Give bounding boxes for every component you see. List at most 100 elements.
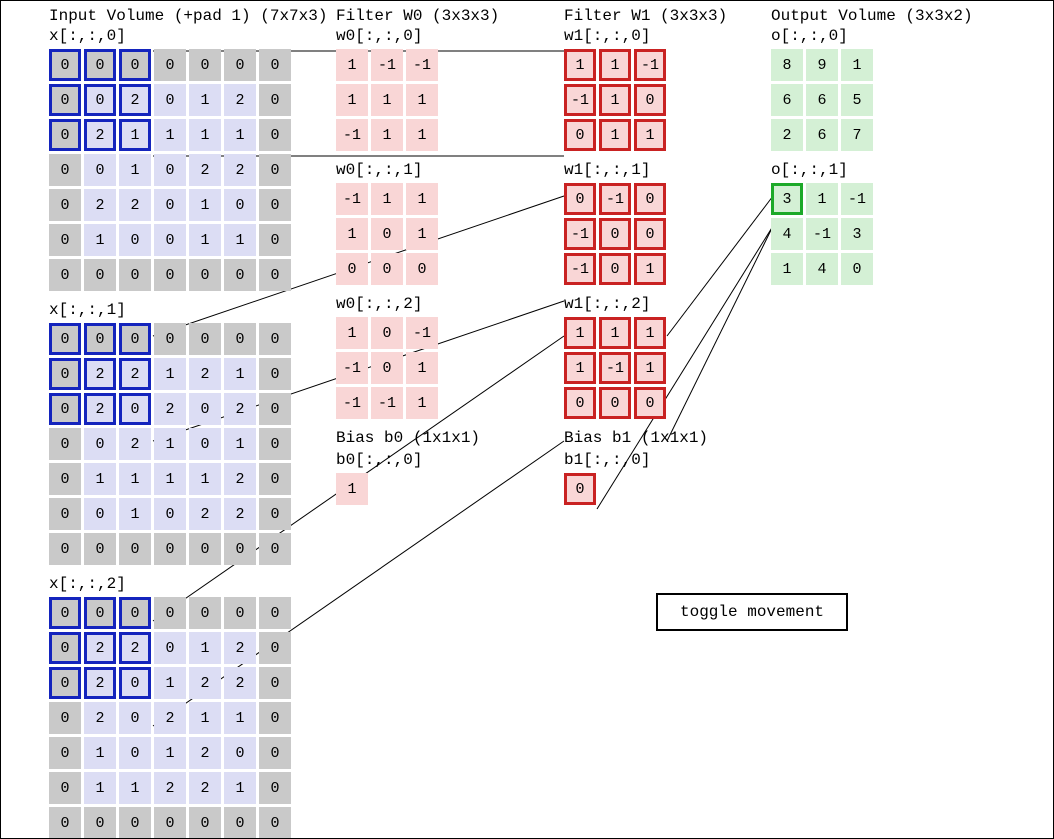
input-cell: 0 xyxy=(49,807,81,839)
w0-cell: 1 xyxy=(406,119,438,151)
input-cell: 0 xyxy=(49,259,81,291)
input-cell: 0 xyxy=(224,597,256,629)
input-cell: 0 xyxy=(259,632,291,664)
w0-cell: 1 xyxy=(336,49,368,81)
output-title: Output Volume (3x3x2) xyxy=(771,7,1031,25)
input-cell: 1 xyxy=(154,119,186,151)
w0-cell: 1 xyxy=(371,183,403,215)
w1-cell: -1 xyxy=(599,183,631,215)
w1-cell: 0 xyxy=(599,253,631,285)
output-cell: 6 xyxy=(806,119,838,151)
input-cell: 2 xyxy=(154,702,186,734)
input-cell: 0 xyxy=(119,259,151,291)
input-cell: 2 xyxy=(119,358,151,390)
input-cell: 1 xyxy=(154,428,186,460)
w0-cell: -1 xyxy=(371,49,403,81)
input-cell: 0 xyxy=(259,807,291,839)
output-slice-label: o[:,:,0] xyxy=(771,27,1031,45)
input-cell: 0 xyxy=(189,807,221,839)
w1-cell: 0 xyxy=(634,218,666,250)
input-cell: 0 xyxy=(154,807,186,839)
output-grid: 891665267 xyxy=(771,49,1031,151)
input-cell: 0 xyxy=(49,428,81,460)
input-cell: 1 xyxy=(224,119,256,151)
output-cell: 6 xyxy=(771,84,803,116)
input-cell: 0 xyxy=(259,428,291,460)
w0-cell: 1 xyxy=(371,84,403,116)
input-cell: 0 xyxy=(49,119,81,151)
input-cell: 0 xyxy=(189,49,221,81)
input-cell: 0 xyxy=(259,393,291,425)
input-cell: 0 xyxy=(84,498,116,530)
w0-cell: -1 xyxy=(406,317,438,349)
input-cell: 0 xyxy=(119,393,151,425)
w1-cell: 1 xyxy=(634,352,666,384)
input-cell: 0 xyxy=(84,323,116,355)
toggle-movement-button[interactable]: toggle movement xyxy=(656,593,848,631)
w0-cell: -1 xyxy=(336,352,368,384)
w0-title: Filter W0 (3x3x3) xyxy=(336,7,556,25)
input-grid: 0000000022121002020200021010011112000102… xyxy=(49,323,329,565)
input-cell: 0 xyxy=(154,323,186,355)
w1-grid: 1111-11000 xyxy=(564,317,764,419)
input-cell: 0 xyxy=(259,154,291,186)
w1-cell: 0 xyxy=(634,387,666,419)
input-cell: 0 xyxy=(189,393,221,425)
input-cell: 1 xyxy=(84,737,116,769)
input-cell: 0 xyxy=(224,807,256,839)
output-cell: 7 xyxy=(841,119,873,151)
input-cell: 0 xyxy=(189,533,221,565)
output-cell: 6 xyxy=(806,84,838,116)
w1-cell: 1 xyxy=(634,317,666,349)
input-cell: 0 xyxy=(259,463,291,495)
output-cell: 1 xyxy=(806,183,838,215)
input-cell: 0 xyxy=(84,259,116,291)
w0-cell: 1 xyxy=(406,183,438,215)
input-cell: 0 xyxy=(49,323,81,355)
input-cell: 1 xyxy=(154,737,186,769)
w0-grid: 1-1-1111-111 xyxy=(336,49,556,151)
input-cell: 0 xyxy=(259,84,291,116)
output-cell: 1 xyxy=(841,49,873,81)
bias-b1-grid: 0 xyxy=(564,473,764,505)
input-cell: 1 xyxy=(189,224,221,256)
input-cell: 0 xyxy=(49,358,81,390)
w0-cell: 1 xyxy=(336,218,368,250)
w1-slice-label: w1[:,:,0] xyxy=(564,27,764,45)
input-cell: 2 xyxy=(119,632,151,664)
input-cell: 2 xyxy=(119,84,151,116)
input-cell: 2 xyxy=(189,772,221,804)
w0-cell: 0 xyxy=(371,253,403,285)
input-cell: 0 xyxy=(119,807,151,839)
output-cell: 0 xyxy=(841,253,873,285)
output-cell: 8 xyxy=(771,49,803,81)
w0-cell: 1 xyxy=(371,119,403,151)
input-cell: 0 xyxy=(224,737,256,769)
input-cell: 2 xyxy=(224,463,256,495)
bias-b1-title: Bias b1 (1x1x1) xyxy=(564,429,764,447)
input-cell: 0 xyxy=(154,597,186,629)
input-cell: 1 xyxy=(189,84,221,116)
output-cell: 5 xyxy=(841,84,873,116)
output-cell: -1 xyxy=(806,218,838,250)
input-cell: 2 xyxy=(119,189,151,221)
input-cell: 0 xyxy=(154,224,186,256)
input-cell: 1 xyxy=(224,224,256,256)
output-grid: 31-14-13140 xyxy=(771,183,1031,285)
input-cell: 0 xyxy=(259,737,291,769)
w1-cell: 0 xyxy=(634,84,666,116)
input-cell: 2 xyxy=(224,154,256,186)
input-cell: 0 xyxy=(259,667,291,699)
input-cell: 0 xyxy=(259,358,291,390)
input-cell: 0 xyxy=(119,737,151,769)
input-cell: 0 xyxy=(49,533,81,565)
input-cell: 2 xyxy=(84,667,116,699)
input-grid: 0000000002012002111100010220022010001001… xyxy=(49,49,329,291)
w1-cell: -1 xyxy=(634,49,666,81)
w0-cell: 0 xyxy=(406,253,438,285)
output-cell: 4 xyxy=(806,253,838,285)
w0-cell: 1 xyxy=(406,387,438,419)
w0-grid: -111101000 xyxy=(336,183,556,285)
input-cell: 0 xyxy=(84,807,116,839)
input-cell: 2 xyxy=(224,393,256,425)
